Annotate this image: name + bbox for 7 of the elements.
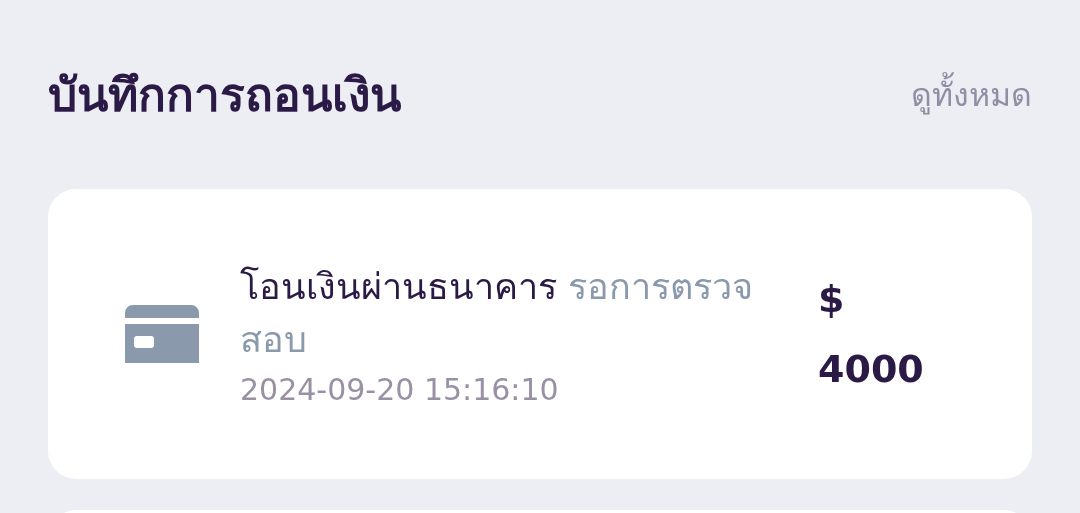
currency-symbol: $ xyxy=(818,277,846,321)
section-title: บันทึกการถอนเงิน xyxy=(48,67,401,124)
card-icon xyxy=(125,305,199,363)
transaction-date: 2024-09-20 15:16:10 xyxy=(240,371,560,407)
transaction-title: โอนเงินผ่านธนาคาร รอการตรวจสอบ xyxy=(240,265,755,362)
amount-value: 4000 xyxy=(818,347,924,391)
view-all-link[interactable]: ดูทั้งหมด xyxy=(911,69,1032,120)
